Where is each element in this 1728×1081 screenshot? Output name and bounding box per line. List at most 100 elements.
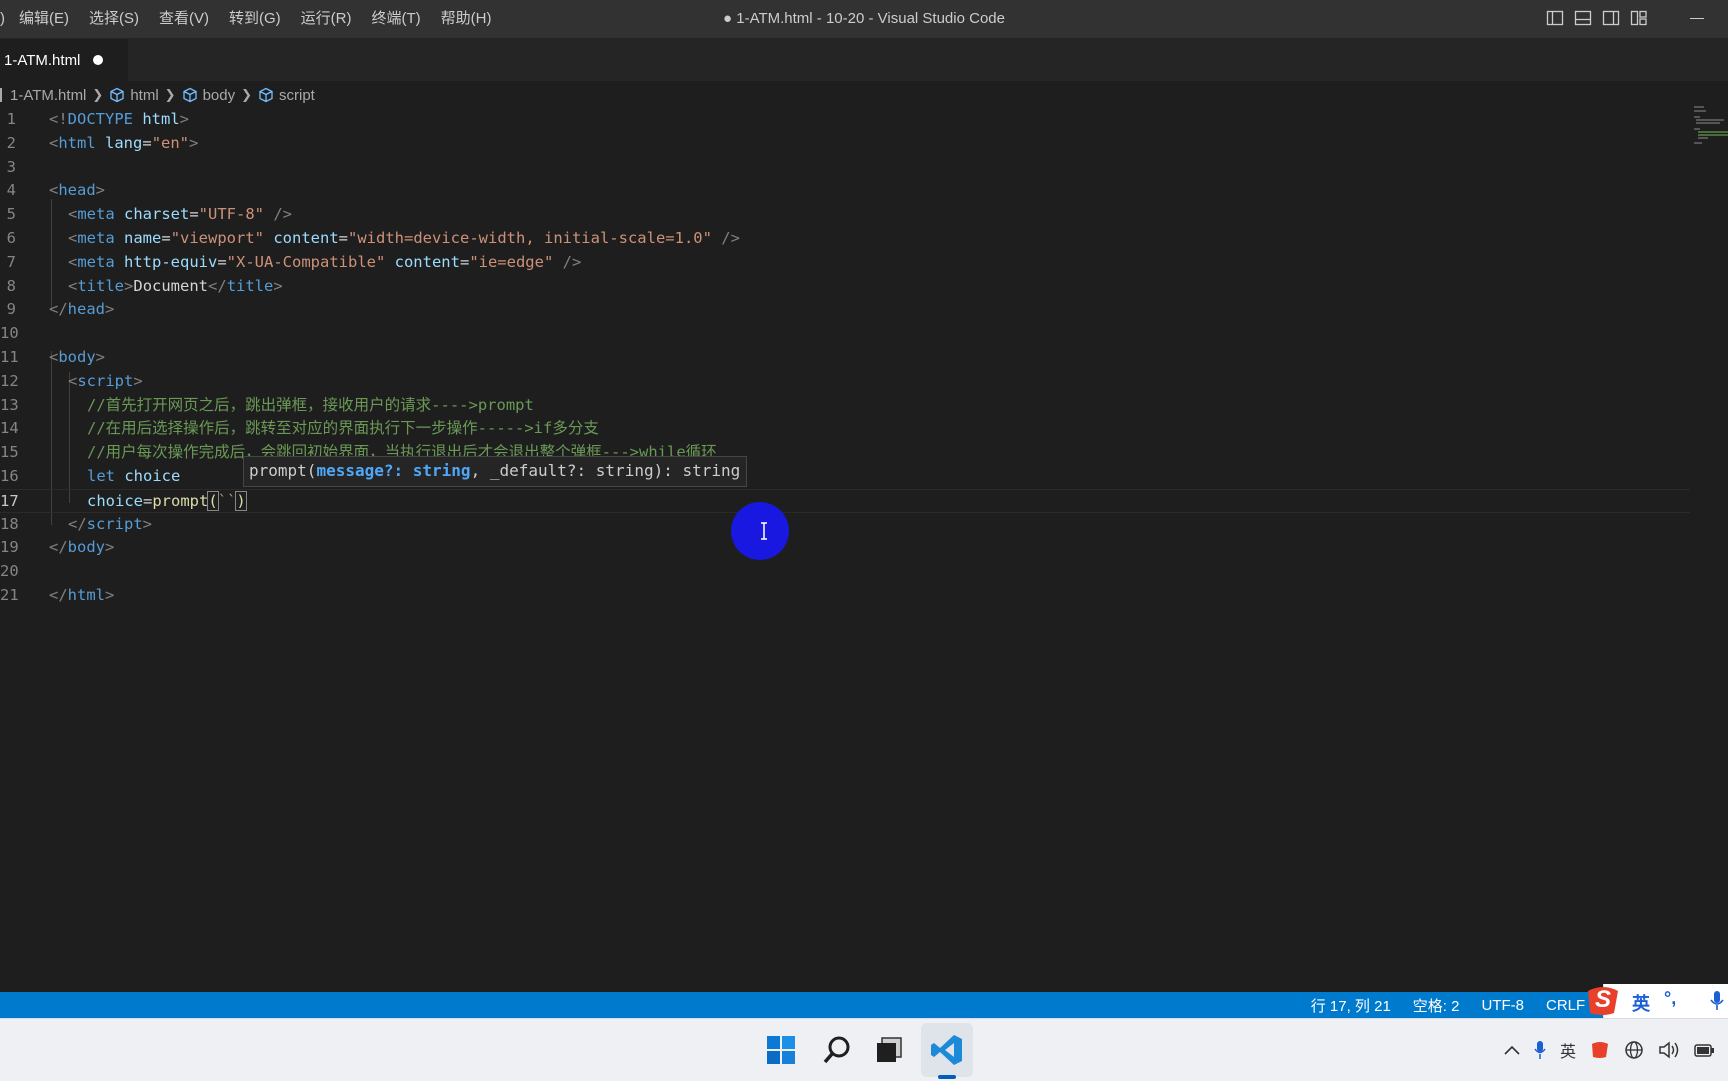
menu-bar: ) 编辑(E) 选择(S) 查看(V) 转到(G) 运行(R) 终端(T) 帮助…: [0, 0, 501, 38]
menu-file-partial[interactable]: ): [0, 0, 9, 38]
line-number: 7: [6, 252, 16, 271]
line-number: 14: [0, 419, 19, 438]
file-icon-partial: [0, 88, 2, 102]
ime-punct[interactable]: °,: [1664, 988, 1676, 1009]
vscode-app-icon[interactable]: [928, 1031, 966, 1069]
status-bar: 行 17, 列 21 空格: 2 UTF-8 CRLF H: [0, 992, 1728, 1018]
menu-view[interactable]: 查看(V): [149, 0, 219, 38]
line-number: 10: [0, 324, 19, 343]
windows-start-icon[interactable]: [762, 1031, 800, 1069]
code-line: 20: [0, 560, 1690, 584]
code-line: 19 </body>: [0, 536, 1690, 560]
code-line: 10: [0, 322, 1690, 346]
microphone-icon[interactable]: [1710, 990, 1724, 1012]
ime-language-indicator[interactable]: 英: [1560, 1038, 1576, 1062]
ime-toolbar[interactable]: S 英 °,: [1588, 984, 1728, 1018]
title-bar: ) 编辑(E) 选择(S) 查看(V) 转到(G) 运行(R) 终端(T) 帮助…: [0, 0, 1728, 39]
line-number: 13: [0, 395, 19, 414]
sogou-logo-letter: S: [1595, 986, 1612, 1013]
minimap[interactable]: [1694, 106, 1728, 156]
status-cursor-position[interactable]: 行 17, 列 21: [1311, 995, 1391, 1016]
code-line: 3: [0, 156, 1690, 180]
breadcrumb-file[interactable]: 1-ATM.html: [10, 87, 86, 104]
window-title: ● 1-ATM.html - 10-20 - Visual Studio Cod…: [723, 10, 1005, 27]
breadcrumb-script[interactable]: script: [258, 87, 315, 104]
tab-1-atm-html[interactable]: 1-ATM.html: [0, 39, 128, 81]
volume-icon[interactable]: [1658, 1040, 1680, 1060]
unsaved-dot-icon[interactable]: [93, 55, 104, 65]
line-number: 9: [6, 300, 16, 319]
code-editor[interactable]: 1 <!DOCTYPE html> 2 <html lang="en"> 3 4 <h…: [0, 106, 1728, 992]
status-encoding[interactable]: UTF-8: [1481, 997, 1524, 1014]
ime-lang[interactable]: 英: [1632, 990, 1650, 1016]
line-number: 18: [0, 514, 19, 533]
code-line: 5 <meta charset="UTF-8" />: [0, 203, 1690, 227]
symbol-element-icon: [182, 87, 197, 103]
line-number: 3: [6, 157, 16, 176]
line-number: 4: [6, 181, 16, 200]
breadcrumb: 1-ATM.html ❯ html ❯ body ❯ script: [0, 83, 315, 107]
customize-layout-icon[interactable]: [1630, 9, 1648, 27]
code-line: 11 <body>: [0, 346, 1690, 370]
menu-go[interactable]: 转到(G): [219, 0, 291, 38]
layout-controls: [1546, 9, 1648, 27]
code-line: 4 <head>: [0, 179, 1690, 203]
line-number: 17: [0, 491, 19, 510]
menu-run[interactable]: 运行(R): [291, 0, 362, 38]
breadcrumb-body-label: body: [202, 86, 236, 104]
line-number: 5: [6, 205, 16, 224]
search-icon[interactable]: [818, 1031, 856, 1069]
code-line: 9 </head>: [0, 298, 1690, 322]
tab-bar: 1-ATM.html: [0, 39, 1728, 81]
line-number: 8: [6, 276, 16, 295]
line-number: 11: [0, 348, 19, 366]
line-number: 6: [6, 229, 16, 247]
menu-terminal[interactable]: 终端(T): [362, 0, 431, 38]
toggle-secondary-sidebar-icon[interactable]: [1602, 9, 1620, 27]
parameter-hint-tooltip: prompt(message?: string, _default?: stri…: [243, 456, 748, 487]
taskbar: 英: [0, 1018, 1728, 1081]
line-number: 20: [0, 562, 19, 581]
hint-function: prompt(: [249, 461, 317, 480]
code-line: 2 <html lang="en">: [0, 132, 1690, 156]
breadcrumb-html-label: html: [130, 86, 159, 104]
menu-help[interactable]: 帮助(H): [431, 0, 502, 38]
code-line: 12 <script>: [0, 370, 1690, 394]
task-view-icon[interactable]: [870, 1031, 908, 1069]
toggle-panel-icon[interactable]: [1574, 9, 1592, 27]
text-cursor-icon: [761, 522, 767, 540]
code-line: 21 </html>: [0, 584, 1690, 608]
line-number: 19: [0, 538, 19, 557]
code-line: 8 <title>Document</title>: [0, 275, 1690, 299]
battery-icon[interactable]: [1694, 1040, 1716, 1060]
code-line: 13//首先打开网页之后，跳出弹框，接收用户的请求---->prompt: [0, 394, 1690, 418]
line-number: 12: [0, 371, 19, 390]
hint-rest: , _default?: string): string: [470, 461, 741, 480]
microphone-icon[interactable]: [1534, 1040, 1546, 1060]
code-line: 7 <meta http-equiv="X-UA-Compatible" cont…: [0, 251, 1690, 275]
status-indentation[interactable]: 空格: 2: [1413, 995, 1460, 1016]
chevron-up-icon[interactable]: [1504, 1045, 1520, 1055]
tab-label: 1-ATM.html: [4, 51, 81, 69]
breadcrumb-body[interactable]: body: [182, 86, 236, 104]
line-number: 2: [6, 133, 16, 152]
menu-selection[interactable]: 选择(S): [79, 0, 149, 38]
minimize-icon[interactable]: [1690, 18, 1704, 19]
line-number: 16: [0, 467, 19, 485]
status-eol[interactable]: CRLF: [1546, 997, 1585, 1014]
chevron-right-icon: ❯: [164, 87, 176, 102]
code-line: 18 </script>: [0, 513, 1690, 537]
system-tray: 英: [1504, 1019, 1728, 1081]
network-globe-icon[interactable]: [1624, 1040, 1644, 1060]
symbol-element-icon: [110, 87, 124, 103]
code-line: 14//在用后选择操作后，跳转至对应的界面执行下一步操作----->if多分支: [0, 417, 1690, 441]
sogou-tray-icon[interactable]: [1590, 1041, 1610, 1059]
line-number: 15: [0, 443, 19, 462]
chevron-right-icon: ❯: [241, 87, 252, 102]
chevron-right-icon: ❯: [92, 87, 104, 102]
symbol-element-icon: [259, 87, 273, 103]
menu-edit[interactable]: 编辑(E): [9, 0, 79, 38]
toggle-primary-sidebar-icon[interactable]: [1546, 9, 1564, 27]
breadcrumb-script-label: script: [279, 86, 315, 104]
breadcrumb-html[interactable]: html: [109, 86, 159, 104]
